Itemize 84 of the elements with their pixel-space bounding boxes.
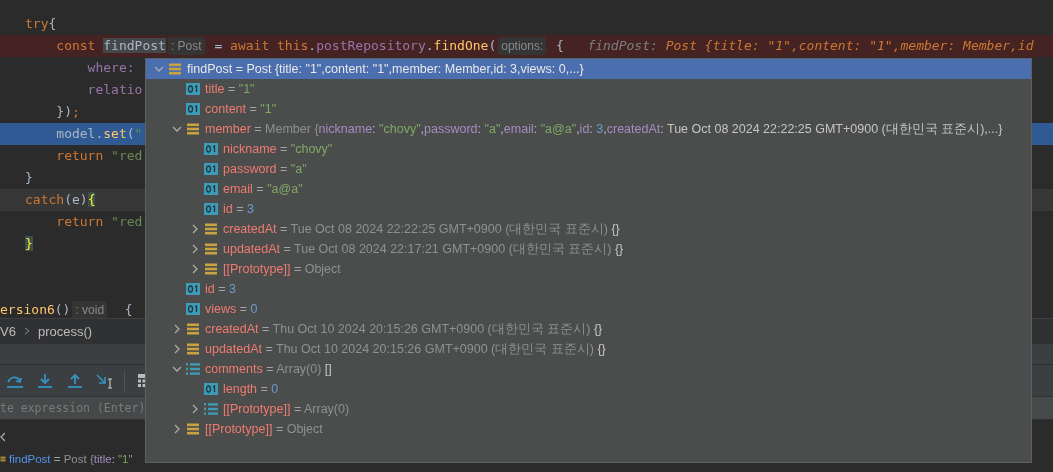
- code-keyword: const: [55, 38, 97, 53]
- object-icon: [168, 62, 182, 76]
- variable-entry[interactable]: id = 3: [205, 282, 236, 296]
- list-icon: [186, 362, 200, 376]
- list-icon: [204, 402, 218, 416]
- code-text: .: [308, 38, 317, 53]
- variable-entry[interactable]: content = "1": [205, 102, 277, 116]
- code-method: set: [103, 126, 127, 141]
- code-text: }): [55, 104, 72, 119]
- code-text: }: [25, 170, 33, 185]
- code-keyword: return: [55, 148, 105, 163]
- chevron-icon: [23, 327, 30, 335]
- variable-entry[interactable]: length = 0: [223, 382, 279, 396]
- inline-debug-label: findPost:: [587, 38, 659, 53]
- variable-entry[interactable]: email = "a@a": [223, 182, 303, 196]
- field-icon: [186, 302, 200, 316]
- field-icon: [204, 202, 218, 216]
- run-to-cursor-icon: [96, 372, 114, 389]
- type-hint: : void: [72, 301, 108, 318]
- chevron-icon: [0, 432, 5, 442]
- variable-entry[interactable]: findPost = Post {title: "1": [9, 453, 133, 465]
- code-text: (: [488, 38, 497, 53]
- field-icon: [204, 182, 218, 196]
- object-icon: [186, 122, 200, 136]
- code-keyword: return: [55, 214, 105, 229]
- variable-entry[interactable]: [[Prototype]] = Array(0): [223, 402, 350, 416]
- selected-tree-row[interactable]: findPost = Post {title: "1",content: "1",member: Member,id: 3,views: 0,...}: [146, 59, 1031, 79]
- variable-entry[interactable]: updatedAt = Thu Oct 10 2024 20:15:26 GMT+0900 (대한민국 표준시) {}: [205, 340, 606, 358]
- code-keyword: try: [25, 16, 49, 31]
- code-brace: {: [87, 192, 96, 207]
- object-icon: [186, 322, 200, 336]
- code-text: (): [54, 302, 71, 317]
- variable-entry[interactable]: nickname = "chovy": [223, 142, 333, 156]
- field-icon: [186, 282, 200, 296]
- object-icon: [186, 342, 200, 356]
- code-text: {: [555, 38, 565, 53]
- variable-entry[interactable]: [[Prototype]] = Object: [223, 262, 341, 276]
- field-icon: [186, 102, 200, 116]
- code-keyword: ;: [71, 104, 80, 119]
- breadcrumb-item[interactable]: V6: [0, 323, 16, 339]
- code-brace: }: [25, 236, 33, 251]
- variable-entry[interactable]: [[Prototype]] = Object: [205, 422, 323, 436]
- step-out-icon: [67, 372, 83, 389]
- code-string: "red: [111, 148, 143, 163]
- code-text: model.: [55, 126, 104, 141]
- code-variable: findPost: [103, 38, 166, 53]
- variable-entry[interactable]: comments = Array(0) []: [205, 362, 332, 376]
- code-text: {: [123, 302, 133, 317]
- code-text: =: [213, 38, 224, 53]
- field-icon: [186, 82, 200, 96]
- code-keyword: catch: [25, 192, 65, 207]
- code-text: {: [48, 16, 57, 31]
- type-hint: : Post: [167, 37, 205, 55]
- variable-entry[interactable]: findPost = Post {title: "1",content: "1",member: Member,id: 3,views: 0,...}: [187, 62, 584, 76]
- inline-debug-value: Post {title: "1",content: "1",member: Member,id: [665, 38, 1034, 53]
- type-hint: options:: [498, 37, 547, 55]
- code-property: where:: [86, 60, 136, 75]
- step-into-icon: [37, 372, 53, 389]
- breadcrumb-item[interactable]: process(): [37, 323, 93, 339]
- variable-entry[interactable]: id = 3: [223, 202, 254, 216]
- code-method: ersion6: [0, 302, 55, 317]
- object-icon: [186, 422, 200, 436]
- variable-entry[interactable]: createdAt = Tue Oct 08 2024 22:22:25 GMT+0900 (대한민국 표준시) {}: [223, 220, 620, 238]
- variable-entry[interactable]: title = "1": [205, 82, 255, 96]
- variable-entry[interactable]: member = Member {nickname: "chovy",password: "a",email: "a@a",id: 3,createdAt: Tue Oct 08 2024 22:22:25 GMT+0900 (대한민국 표준시),...}: [205, 120, 1003, 138]
- code-text: (e): [64, 192, 88, 207]
- code-string: "red: [111, 214, 143, 229]
- code-method: findOne: [433, 38, 489, 53]
- code-keyword: await this: [230, 38, 309, 53]
- field-icon: [204, 162, 218, 176]
- code-text: (: [126, 126, 135, 141]
- object-icon: [204, 242, 218, 256]
- variable-entry[interactable]: createdAt = Thu Oct 10 2024 20:15:26 GMT+0900 (대한민국 표준시) {}: [205, 320, 603, 338]
- code-property: relatio: [86, 82, 143, 97]
- object-icon: [204, 222, 218, 236]
- variable-entry[interactable]: updatedAt = Tue Oct 08 2024 22:17:21 GMT+0900 (대한민국 표준시) {}: [223, 240, 624, 258]
- variable-entry[interactable]: views = 0: [205, 302, 258, 316]
- object-icon: [204, 262, 218, 276]
- code-text: .: [425, 38, 434, 53]
- code-property: postRepository: [316, 38, 426, 53]
- variable-entry[interactable]: password = "a": [223, 162, 307, 176]
- code-string: ": [134, 126, 143, 141]
- field-icon: [204, 142, 218, 156]
- field-icon: [204, 382, 218, 396]
